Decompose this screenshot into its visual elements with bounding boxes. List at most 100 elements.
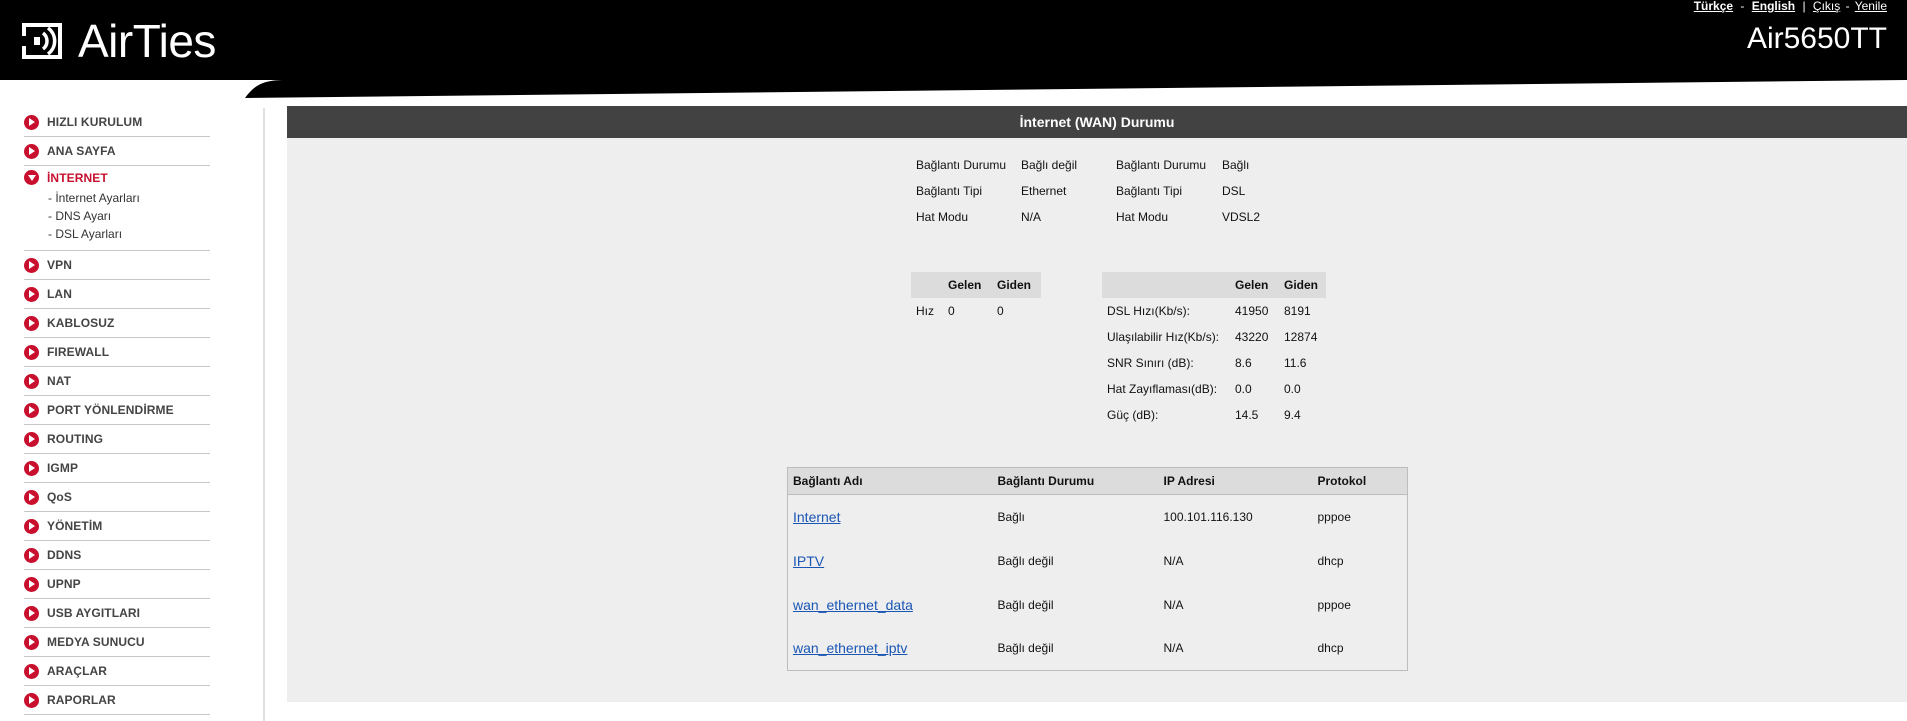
table-row: Ulaşılabilir Hız(Kb/s): 43220 12874: [1102, 324, 1326, 350]
subnav-dsl-settings[interactable]: - DSL Ayarları: [48, 225, 210, 243]
status-row: Bağlantı Tipi Ethernet: [916, 178, 1077, 204]
incoming-value: 0: [948, 304, 955, 318]
column-header: [911, 272, 943, 298]
connection-protocol: dhcp: [1317, 553, 1344, 568]
incoming-value: 14.5: [1235, 408, 1259, 422]
status-label: Hat Modu: [1116, 210, 1169, 224]
sidebar-item-upnp[interactable]: UPNP: [24, 570, 210, 599]
internet-submenu: - İnternet Ayarları - DNS Ayarı - DSL Ay…: [24, 189, 210, 250]
outgoing-value: 12874: [1284, 330, 1318, 344]
status-value: Bağlı: [1222, 158, 1250, 172]
airties-logo[interactable]: AirTies: [20, 16, 216, 66]
arrow-right-icon: [24, 402, 39, 418]
incoming-value: 8.6: [1235, 356, 1252, 370]
sidebar-item-label: PORT YÖNLENDİRME: [47, 403, 174, 417]
status-value: VDSL2: [1222, 210, 1261, 224]
table-row: Hız 0 0: [911, 298, 1041, 324]
sidebar-item-ddns[interactable]: DDNS: [24, 541, 210, 570]
connection-ip: 100.101.116.130: [1163, 509, 1253, 524]
sidebar-item-label: USB AYGITLARI: [47, 606, 141, 620]
lang-english-link[interactable]: English: [1752, 0, 1795, 13]
sidebar-item-routing[interactable]: ROUTING: [24, 425, 210, 454]
sidebar-item-label: QoS: [47, 490, 72, 504]
link-separator: |: [1802, 0, 1806, 13]
wan-status-panel: İnternet (WAN) Durumu Bağlantı Durumu Ba…: [287, 106, 1907, 702]
sidebar-item-lan[interactable]: LAN: [24, 280, 210, 309]
status-row: Hat Modu VDSL2: [1116, 204, 1260, 230]
arrow-right-icon: [24, 286, 39, 302]
refresh-link[interactable]: Yenile: [1855, 0, 1887, 13]
device-model: Air5650TT: [1746, 22, 1887, 55]
connection-link-internet[interactable]: Internet: [793, 509, 840, 525]
subnav-internet-settings[interactable]: - İnternet Ayarları: [48, 189, 210, 207]
table-row: SNR Sınırı (dB): 8.6 11.6: [1102, 350, 1326, 376]
logout-link[interactable]: Çıkış: [1813, 0, 1840, 13]
sidebar-item-medya-sunucu[interactable]: MEDYA SUNUCU: [24, 628, 210, 657]
sidebar-item-vpn[interactable]: VPN: [24, 251, 210, 280]
connection-protocol: pppoe: [1317, 597, 1351, 612]
table-row: IPTV Bağlı değil N/A dhcp: [788, 539, 1408, 583]
connection-link-wan-ethernet-iptv[interactable]: wan_ethernet_iptv: [793, 640, 907, 656]
connections-table: Bağlantı Adı Bağlantı Durumu IP Adresi P…: [787, 467, 1408, 671]
arrow-right-icon: [24, 431, 39, 447]
arrow-right-icon: [24, 663, 39, 679]
sidebar-item-usb-aygitlari[interactable]: USB AYGITLARI: [24, 599, 210, 628]
sidebar-item-label: UPNP: [47, 577, 81, 591]
sidebar-item-araclar[interactable]: ARAÇLAR: [24, 657, 210, 686]
sidebar-item-yonetim[interactable]: YÖNETİM: [24, 512, 210, 541]
sidebar-item-kablosuz[interactable]: KABLOSUZ: [24, 309, 210, 338]
status-value: DSL: [1222, 184, 1246, 198]
sidebar-item-raporlar[interactable]: RAPORLAR: [24, 686, 210, 715]
status-value: Ethernet: [1021, 184, 1067, 198]
sidebar-item-hizli-kurulum[interactable]: HIZLI KURULUM: [24, 108, 210, 137]
row-label: DSL Hızı(Kb/s):: [1107, 304, 1190, 318]
header-bar: AirTies Türkçe - English | Çıkış - Yenil…: [0, 0, 1907, 80]
row-label: Güç (dB):: [1107, 408, 1159, 422]
connection-link-iptv[interactable]: IPTV: [793, 553, 824, 569]
status-value: N/A: [1021, 210, 1042, 224]
connection-status: Bağlı değil: [997, 597, 1054, 612]
connection-ip: N/A: [1163, 641, 1184, 656]
lang-turkish-link[interactable]: Türkçe: [1694, 0, 1733, 13]
arrow-right-icon: [24, 344, 39, 360]
sidebar-item-label: LAN: [47, 287, 72, 301]
column-header: Protokol: [1312, 467, 1408, 495]
sidebar-item-internet[interactable]: İNTERNET - İnternet Ayarları - DNS Ayarı…: [24, 166, 210, 251]
sidebar-item-ana-sayfa[interactable]: ANA SAYFA: [24, 137, 210, 166]
sidebar-item-nat[interactable]: NAT: [24, 367, 210, 396]
status-row: Bağlantı Tipi DSL: [1116, 178, 1260, 204]
panel-title: İnternet (WAN) Durumu: [287, 106, 1907, 138]
incoming-value: 43220: [1235, 330, 1269, 344]
column-header: Giden: [1279, 272, 1326, 298]
airties-logo-icon: [21, 23, 62, 59]
header-curve: [245, 80, 1907, 98]
sidebar-item-qos[interactable]: QoS: [24, 483, 210, 512]
row-label: Ulaşılabilir Hız(Kb/s):: [1107, 330, 1220, 344]
connection-protocol: pppoe: [1317, 509, 1351, 524]
sidebar-item-label: VPN: [47, 258, 72, 272]
sidebar-item-label: IGMP: [47, 461, 79, 475]
sidebar-item-label: ROUTING: [47, 432, 104, 446]
outgoing-value: 0: [997, 304, 1004, 318]
connection-protocol: dhcp: [1317, 641, 1344, 656]
subnav-dns-settings[interactable]: - DNS Ayarı: [48, 207, 210, 225]
table-row: wan_ethernet_iptv Bağlı değil N/A dhcp: [788, 627, 1408, 671]
arrow-right-icon: [24, 114, 39, 130]
brand-name: AirTies: [78, 15, 216, 67]
status-value: Bağlı değil: [1021, 158, 1078, 172]
status-row: Bağlantı Durumu Bağlı değil: [916, 152, 1077, 178]
sidebar-item-label: MEDYA SUNUCU: [47, 635, 145, 649]
arrow-right-icon: [24, 547, 39, 563]
connection-link-wan-ethernet-data[interactable]: wan_ethernet_data: [793, 597, 913, 613]
arrow-right-icon: [24, 315, 39, 331]
column-header: Giden: [992, 272, 1041, 298]
status-label: Hat Modu: [916, 210, 969, 224]
column-header: [1102, 272, 1230, 298]
column-header: Gelen: [1230, 272, 1279, 298]
outgoing-value: 9.4: [1284, 408, 1301, 422]
sidebar-item-port-yonlendirme[interactable]: PORT YÖNLENDİRME: [24, 396, 210, 425]
sidebar-item-label: DDNS: [47, 548, 82, 562]
sidebar-nav: HIZLI KURULUM ANA SAYFA İNTERNET - İnter…: [24, 108, 210, 715]
sidebar-item-igmp[interactable]: IGMP: [24, 454, 210, 483]
sidebar-item-firewall[interactable]: FIREWALL: [24, 338, 210, 367]
